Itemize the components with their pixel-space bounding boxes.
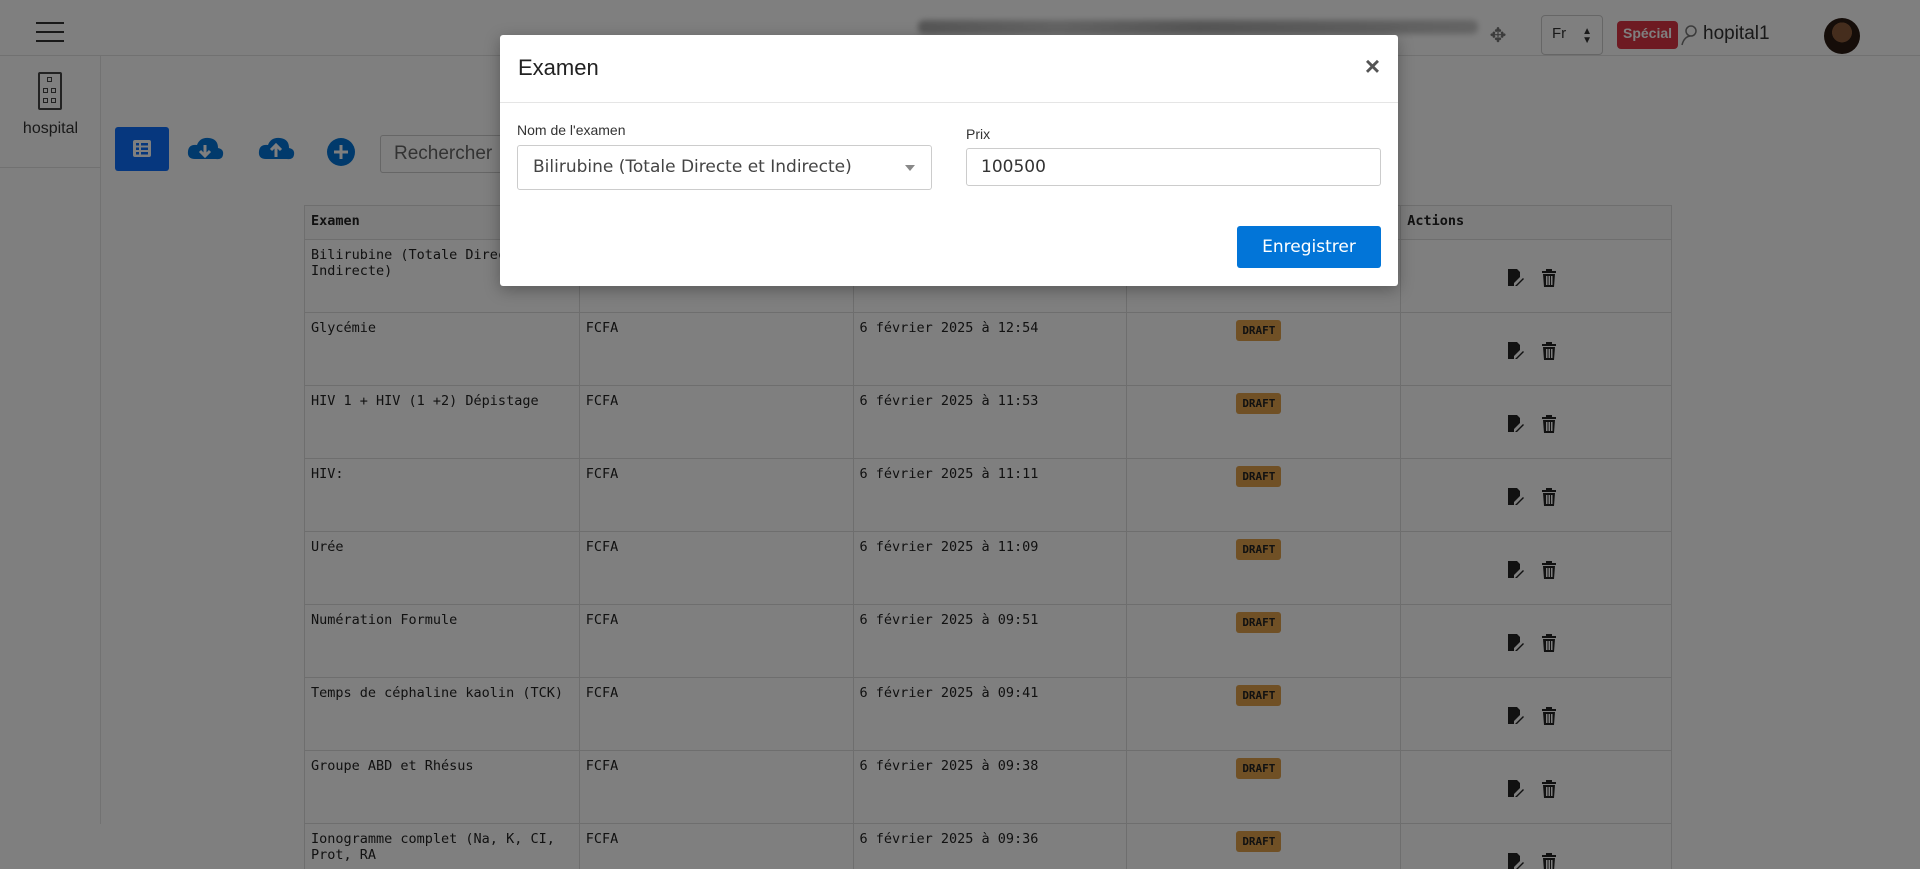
save-button[interactable]: Enregistrer [1237,226,1381,268]
exam-name-value: Bilirubine (Totale Directe et Indirecte) [533,157,852,177]
exam-name-select[interactable]: Bilirubine (Totale Directe et Indirecte) [517,145,932,190]
exam-name-label: Nom de l'examen [517,122,626,138]
price-input[interactable]: 100500 [966,148,1381,186]
close-icon[interactable]: × [1365,53,1380,79]
modal-title: Examen [518,55,599,80]
price-label: Prix [966,126,991,142]
modal-header: Examen × [500,35,1398,103]
exam-modal: Examen × Nom de l'examen Bilirubine (Tot… [500,35,1398,286]
chevron-down-icon [905,165,915,171]
